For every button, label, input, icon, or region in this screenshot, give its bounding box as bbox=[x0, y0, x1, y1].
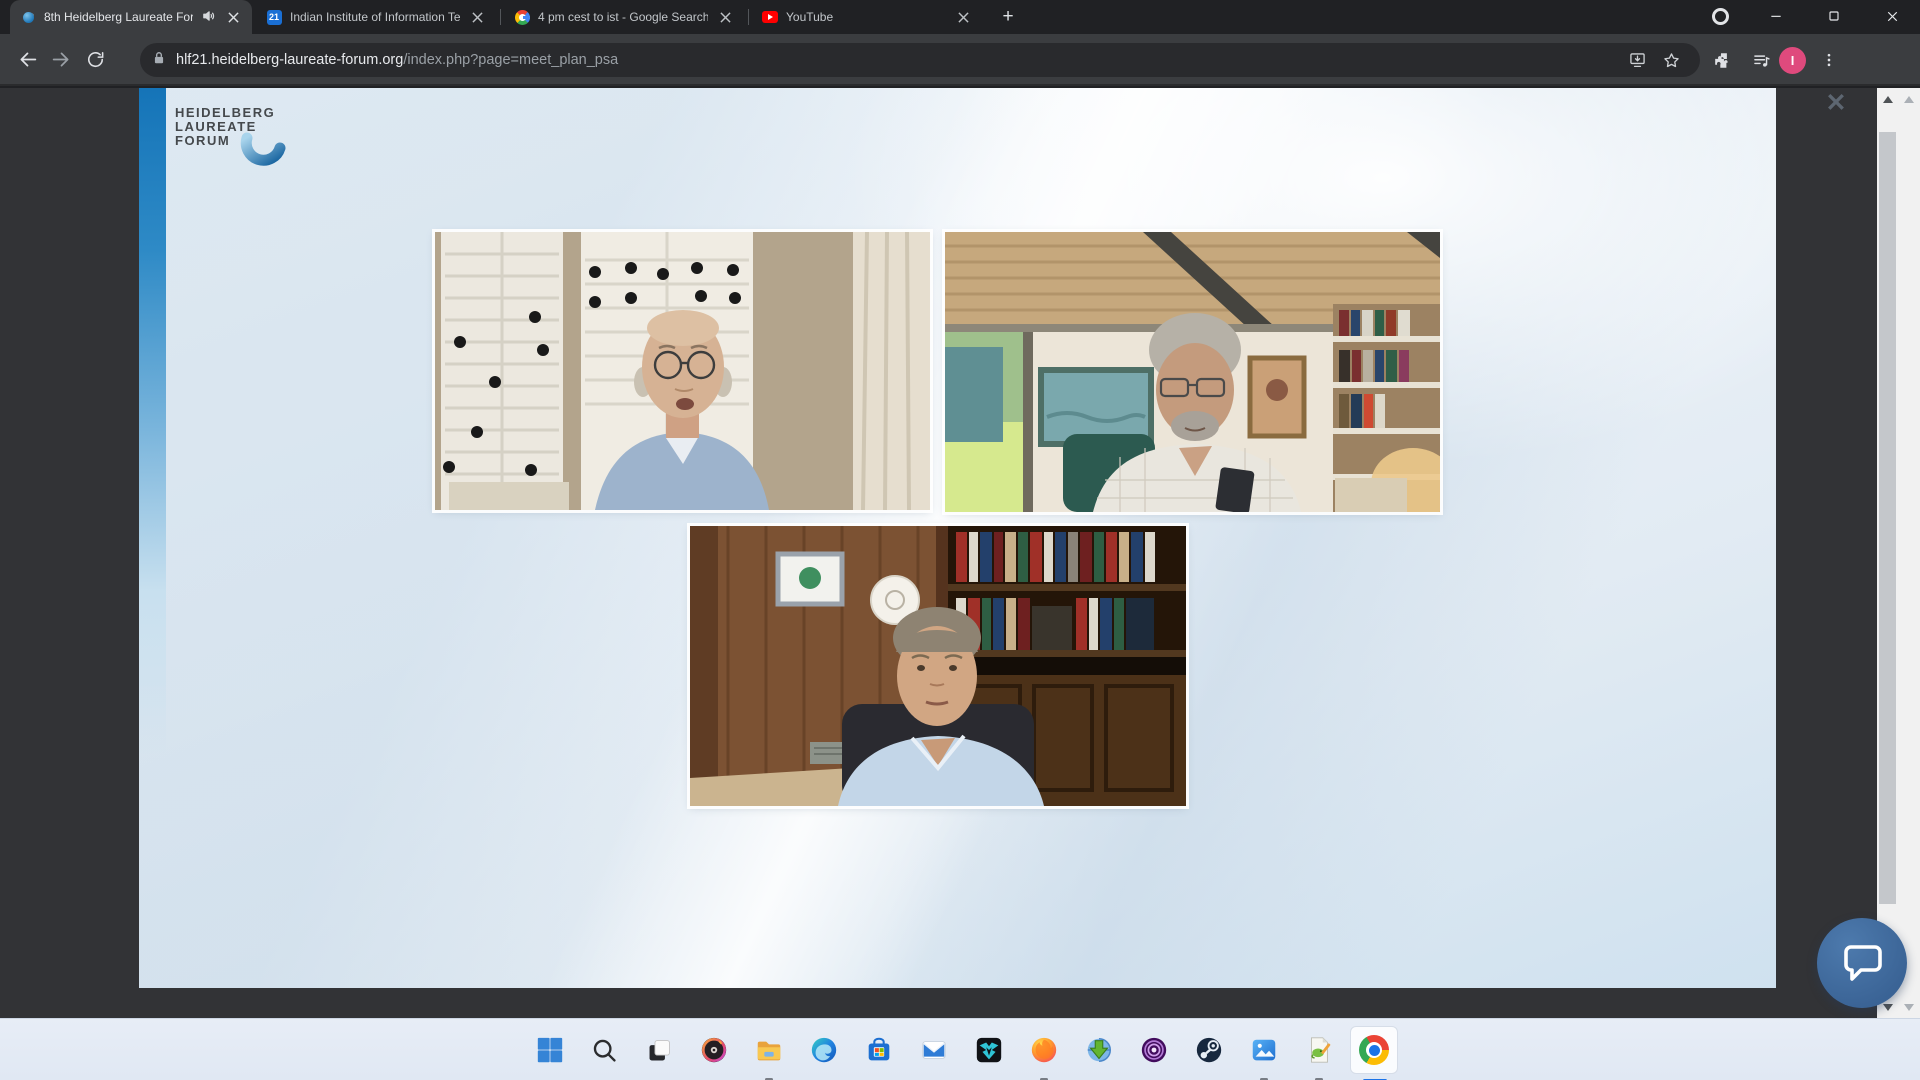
logo-line: HEIDELBERG bbox=[175, 106, 275, 120]
chat-bubble-button[interactable] bbox=[1817, 918, 1907, 1008]
reload-icon[interactable] bbox=[78, 42, 112, 76]
start-button[interactable] bbox=[526, 1026, 574, 1074]
hlf-blue-dot-icon bbox=[20, 9, 36, 25]
tab-title: 8th Heidelberg Laureate Foru bbox=[44, 10, 193, 24]
tab-iiit[interactable]: 21 Indian Institute of Information Te bbox=[256, 0, 496, 34]
tab-title: 4 pm cest to ist - Google Search bbox=[538, 10, 708, 24]
hlf-swoosh-icon bbox=[233, 130, 291, 180]
lock-icon[interactable] bbox=[152, 50, 166, 70]
scroll-up-icon[interactable] bbox=[1898, 90, 1920, 108]
close-window-button[interactable] bbox=[1869, 0, 1915, 32]
window-scrollbar[interactable] bbox=[1898, 88, 1920, 1018]
tab-hlf[interactable]: 8th Heidelberg Laureate Foru bbox=[10, 0, 252, 34]
browser-viewport: HEIDELBERG LAUREATE FORUM bbox=[0, 88, 1920, 1018]
minimize-button[interactable] bbox=[1753, 0, 1799, 32]
tab-google-search[interactable]: 4 pm cest to ist - Google Search bbox=[504, 0, 744, 34]
tab-search-button[interactable] bbox=[1712, 8, 1729, 25]
url-path: /index.php?page=meet_plan_psa bbox=[403, 52, 618, 68]
participant-video-top-left bbox=[435, 232, 930, 510]
screen: 8th Heidelberg Laureate Foru 21 Indian I… bbox=[0, 0, 1920, 1080]
tab-audio-icon[interactable] bbox=[201, 9, 216, 26]
address-bar[interactable]: hlf21.heidelberg-laureate-forum.org/inde… bbox=[140, 43, 1700, 77]
tab-title: YouTube bbox=[786, 10, 946, 24]
search-button[interactable] bbox=[580, 1026, 628, 1074]
extensions-puzzle-icon[interactable] bbox=[1705, 43, 1739, 77]
forward-icon[interactable] bbox=[44, 42, 78, 76]
chrome-button[interactable] bbox=[1350, 1026, 1398, 1074]
tab-title: Indian Institute of Information Te bbox=[290, 10, 460, 24]
tab-separator bbox=[500, 9, 501, 25]
task-view-button[interactable] bbox=[635, 1026, 683, 1074]
hlf-webpage: HEIDELBERG LAUREATE FORUM bbox=[139, 88, 1776, 988]
photos-button[interactable] bbox=[1240, 1026, 1288, 1074]
steam-button[interactable] bbox=[1185, 1026, 1233, 1074]
firefox-button[interactable] bbox=[1020, 1026, 1068, 1074]
browser-toolbar: hlf21.heidelberg-laureate-forum.org/inde… bbox=[0, 34, 1920, 86]
file-explorer-button[interactable] bbox=[745, 1026, 793, 1074]
chrome-icon bbox=[1359, 1035, 1389, 1065]
tab-separator bbox=[748, 9, 749, 25]
google-calendar-icon: 21 bbox=[266, 9, 282, 25]
install-app-icon[interactable] bbox=[1620, 43, 1654, 77]
edge-button[interactable] bbox=[800, 1026, 848, 1074]
tab-close-icon[interactable] bbox=[468, 8, 486, 26]
idm-button[interactable] bbox=[1075, 1026, 1123, 1074]
scrollbar-thumb[interactable] bbox=[1879, 132, 1896, 904]
mail-button[interactable] bbox=[910, 1026, 958, 1074]
chat-bubble-icon bbox=[1839, 941, 1885, 985]
menu-dots-icon[interactable] bbox=[1812, 43, 1846, 77]
overlay-close-icon[interactable]: ✕ bbox=[1820, 88, 1852, 118]
maximize-button[interactable] bbox=[1811, 0, 1857, 32]
participant-video-top-right bbox=[945, 232, 1440, 512]
participant-video-bottom bbox=[690, 526, 1186, 806]
windows-taskbar: ENG 9:39 PM 9/21/2021 bbox=[0, 1018, 1920, 1080]
page-scrollbar[interactable] bbox=[1877, 88, 1898, 1018]
microsoft-store-button[interactable] bbox=[855, 1026, 903, 1074]
disc-recorder-app-icon[interactable] bbox=[690, 1026, 738, 1074]
tab-strip: 8th Heidelberg Laureate Foru 21 Indian I… bbox=[0, 0, 1920, 34]
profile-avatar[interactable]: I bbox=[1779, 47, 1806, 74]
scroll-down-icon[interactable] bbox=[1898, 998, 1920, 1016]
google-g-icon bbox=[514, 9, 530, 25]
youtube-icon bbox=[762, 9, 778, 25]
tab-close-icon[interactable] bbox=[716, 8, 734, 26]
predator-button[interactable] bbox=[965, 1026, 1013, 1074]
tab-close-icon[interactable] bbox=[224, 8, 242, 26]
media-playlist-icon[interactable] bbox=[1744, 43, 1778, 77]
new-tab-button[interactable]: + bbox=[994, 3, 1022, 31]
tor-browser-button[interactable] bbox=[1130, 1026, 1178, 1074]
tab-youtube[interactable]: YouTube bbox=[752, 0, 982, 34]
url-host: hlf21.heidelberg-laureate-forum.org bbox=[176, 52, 403, 68]
bookmark-star-icon[interactable] bbox=[1654, 43, 1688, 77]
scroll-up-icon[interactable] bbox=[1877, 90, 1898, 108]
notepad-plus-plus-button[interactable] bbox=[1295, 1026, 1343, 1074]
tab-close-icon[interactable] bbox=[954, 8, 972, 26]
back-icon[interactable] bbox=[10, 42, 44, 76]
page-left-blue-stripe bbox=[139, 88, 166, 988]
